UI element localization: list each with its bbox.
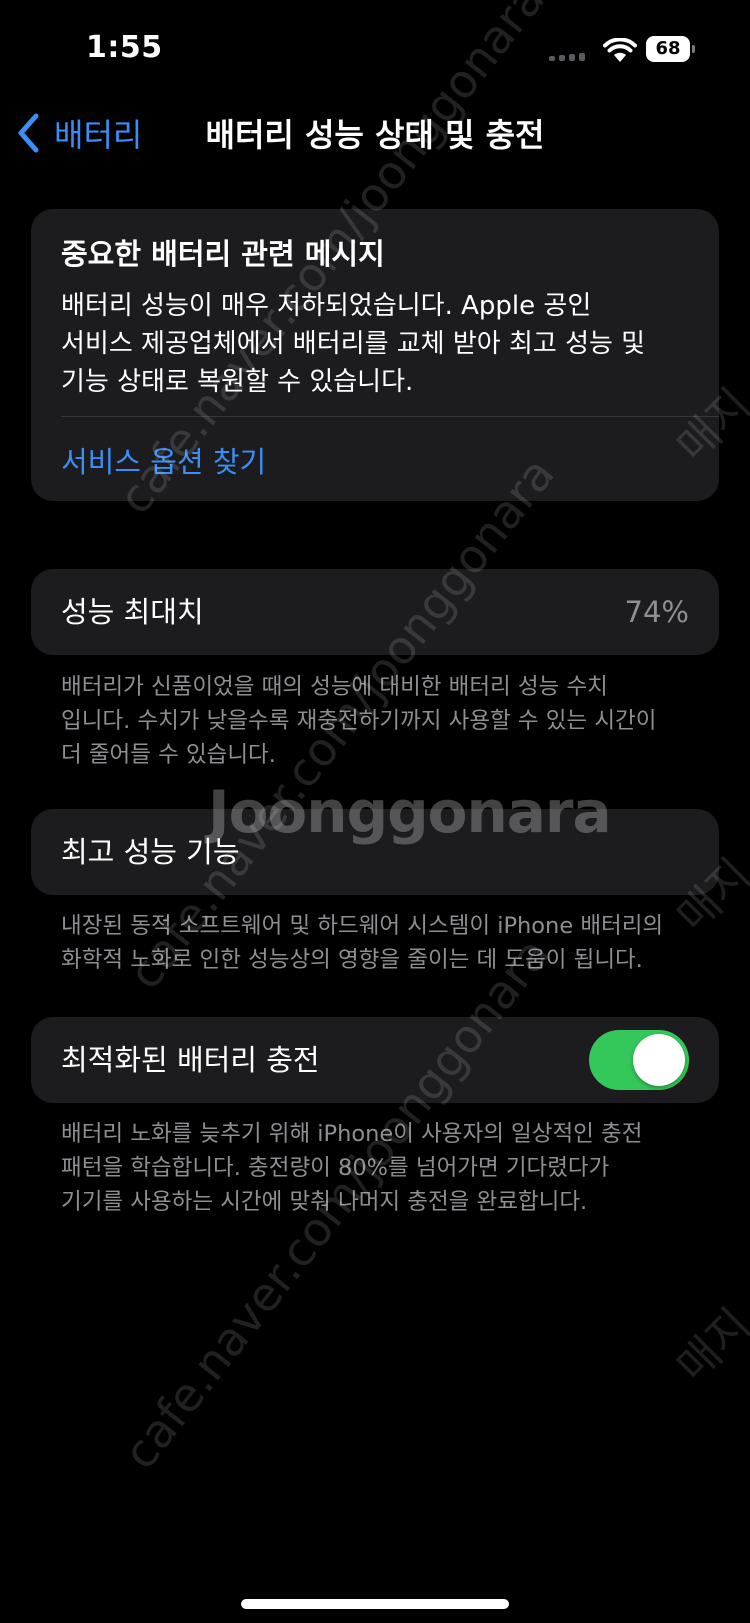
peak-performance-row: 최고 성능 기능 [31, 809, 719, 895]
peak-performance-label: 최고 성능 기능 [61, 835, 240, 869]
max-capacity-value: 74% [624, 595, 689, 629]
footnote-line: 내장된 동적 소프트웨어 및 하드웨어 시스템이 iPhone 배터리의 [61, 913, 664, 939]
battery-level: 68 [646, 36, 690, 62]
footnote-line: 배터리가 신품이었을 때의 성능에 대비한 배터리 성능 수치 [61, 674, 608, 700]
wifi-icon [603, 37, 637, 62]
max-capacity-footnote: 배터리가 신품이었을 때의 성능에 대비한 배터리 성능 수치 입니다. 수치가… [61, 670, 701, 772]
footnote-line: 배터리 노화를 늦추기 위해 iPhone이 사용자의 일상적인 충전 [61, 1121, 643, 1147]
footnote-line: 화학적 노화로 인한 성능상의 영향을 줄이는 데 도움이 됩니다. [61, 947, 643, 973]
message-body-line: 서비스 제공업체에서 배터리를 교체 받아 최고 성능 및 [61, 329, 646, 359]
important-message-card: 중요한 배터리 관련 메시지 배터리 성능이 매우 저하되었습니다. Apple… [31, 209, 719, 501]
optimized-charging-footnote: 배터리 노화를 늦추기 위해 iPhone이 사용자의 일상적인 충전 패턴을 … [61, 1117, 701, 1219]
peak-performance-footnote: 내장된 동적 소프트웨어 및 하드웨어 시스템이 iPhone 배터리의 화학적… [61, 909, 701, 977]
page-title: 배터리 성능 상태 및 충전 [205, 116, 545, 154]
toggle-knob [633, 1034, 685, 1086]
battery-tip [692, 45, 695, 53]
message-body: 배터리 성능이 매우 저하되었습니다. Apple 공인 서비스 제공업체에서 … [61, 287, 691, 401]
optimized-charging-label: 최적화된 배터리 충전 [61, 1043, 320, 1077]
message-title: 중요한 배터리 관련 메시지 [61, 237, 385, 271]
footnote-line: 더 줄어들 수 있습니다. [61, 742, 276, 768]
max-capacity-label: 성능 최대치 [61, 595, 204, 629]
footnote-line: 기기를 사용하는 시간에 맞춰 나머지 충전을 완료합니다. [61, 1189, 588, 1215]
watermark-side: 매지 [667, 1299, 750, 1393]
battery-icon: 68 [646, 36, 696, 62]
footnote-line: 패턴을 학습합니다. 충전량이 80%를 넘어가면 기다렸다가 [61, 1155, 610, 1181]
message-body-line: 배터리 성능이 매우 저하되었습니다. Apple 공인 [61, 291, 592, 321]
status-bar: 1:55 68 [0, 0, 750, 100]
find-service-options-link[interactable]: 서비스 옵션 찾기 [61, 439, 266, 481]
status-time: 1:55 [86, 30, 163, 65]
divider [61, 416, 719, 417]
cellular-signal-icon [549, 53, 589, 61]
optimized-charging-row: 최적화된 배터리 충전 [31, 1017, 719, 1103]
optimized-charging-toggle[interactable] [589, 1030, 689, 1090]
footnote-line: 입니다. 수치가 낮을수록 재충전하기까지 사용할 수 있는 시간이 [61, 708, 657, 734]
message-body-line: 기능 상태로 복원할 수 있습니다. [61, 367, 414, 397]
home-indicator[interactable] [241, 1599, 509, 1609]
max-capacity-row: 성능 최대치 74% [31, 569, 719, 655]
